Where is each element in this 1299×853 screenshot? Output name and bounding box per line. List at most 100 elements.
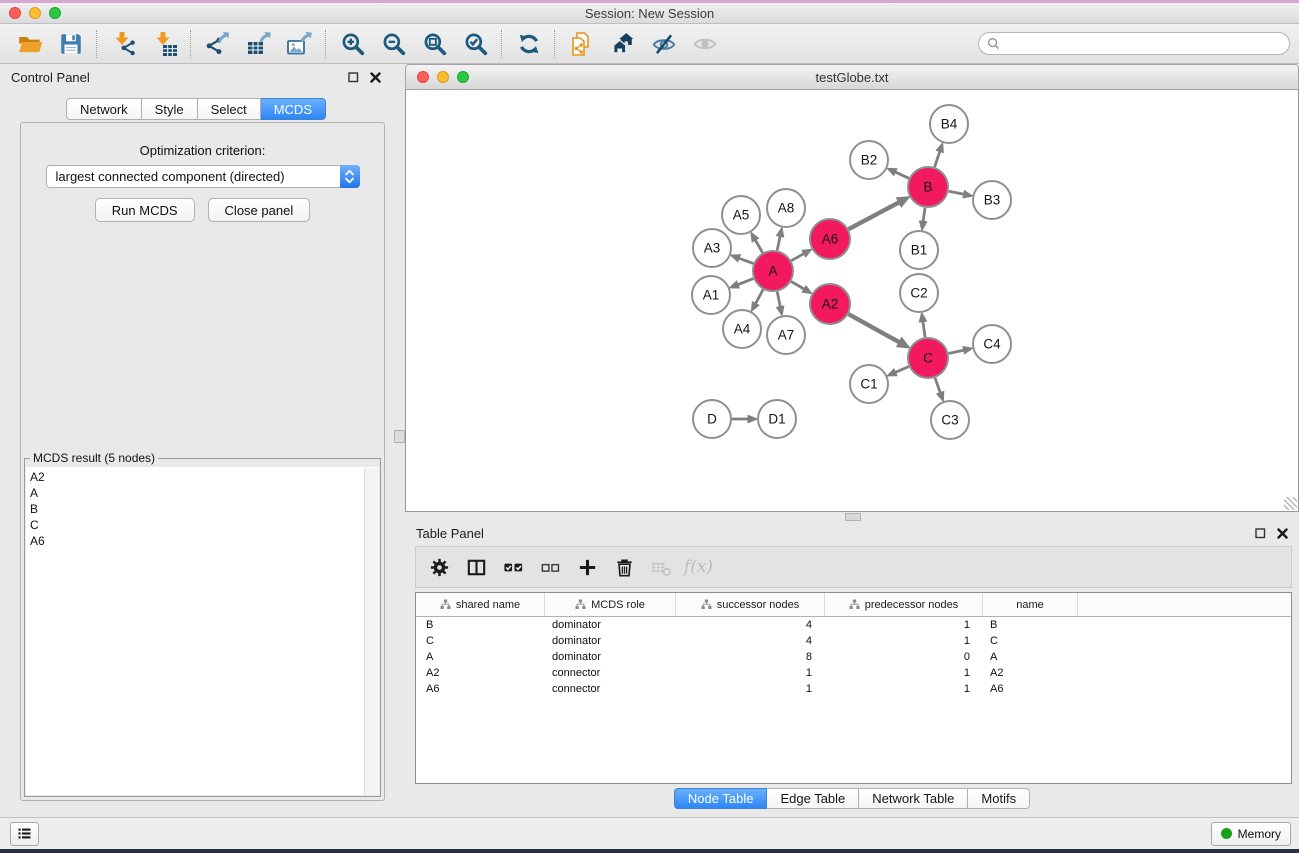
network-window-titlebar[interactable]: testGlobe.txt xyxy=(405,64,1299,90)
optimization-criterion-label: Optimization criterion: xyxy=(21,143,384,158)
network-window: testGlobe.txt xyxy=(405,64,1299,512)
search-input[interactable] xyxy=(1005,36,1281,52)
graph-edge-A-A5[interactable] xyxy=(755,239,763,253)
mcds-result-item[interactable]: A xyxy=(26,485,379,501)
table-row[interactable]: A2connector11A2 xyxy=(416,665,1291,681)
settings-icon xyxy=(428,556,451,579)
table-row[interactable]: Bdominator41B xyxy=(416,617,1291,633)
graph-edge-B-B3[interactable] xyxy=(949,191,965,194)
main-toolbar xyxy=(0,24,1299,64)
network-graph[interactable]: B4B2BB3A8A5A6A3B1AA1C2A2A4A7C4CC1DD1C3 xyxy=(406,90,1298,511)
mcds-result-item[interactable]: C xyxy=(26,517,379,533)
graph-edge-C-C1[interactable] xyxy=(895,367,909,373)
open-session-button[interactable] xyxy=(9,28,50,60)
zoom-fit-button[interactable] xyxy=(414,28,455,60)
splitter-grip[interactable] xyxy=(845,513,861,521)
table-cell: 4 xyxy=(676,635,825,647)
graph-edge-B-B2[interactable] xyxy=(895,172,909,179)
task-history-button[interactable] xyxy=(10,822,39,846)
splitter-grip[interactable] xyxy=(394,430,405,443)
memory-button[interactable]: Memory xyxy=(1211,822,1291,846)
mcds-result-item[interactable]: A2 xyxy=(26,469,379,485)
save-session-button[interactable] xyxy=(50,28,91,60)
settings-button[interactable] xyxy=(421,552,458,582)
run-mcds-button[interactable]: Run MCDS xyxy=(95,198,195,222)
mcds-result-item[interactable]: A6 xyxy=(26,533,379,549)
tab-node-table[interactable]: Node Table xyxy=(674,788,768,809)
graph-edge-A6-B[interactable] xyxy=(849,202,900,229)
new-network-button[interactable] xyxy=(561,28,602,60)
zoom-network-button[interactable] xyxy=(457,71,469,83)
resize-grip-icon[interactable] xyxy=(1284,497,1297,510)
column-header-name[interactable]: name xyxy=(983,593,1078,616)
zoom-in-button[interactable] xyxy=(332,28,373,60)
graph-edge-C-C2[interactable] xyxy=(923,321,925,338)
delete-column-button[interactable] xyxy=(606,552,643,582)
column-header-shared-name[interactable]: shared name xyxy=(416,593,545,616)
column-header-predecessor-nodes[interactable]: predecessor nodes xyxy=(825,593,983,616)
graph-edge-B-B1[interactable] xyxy=(923,208,925,223)
column-header-mcds-role[interactable]: MCDS role xyxy=(545,593,676,616)
tab-select[interactable]: Select xyxy=(198,98,261,120)
mcds-result-list: A2ABCA6 xyxy=(26,467,379,795)
graph-edge-C-C3[interactable] xyxy=(935,378,941,394)
graph-edge-A-A1[interactable] xyxy=(737,279,753,285)
table-row[interactable]: Cdominator41C xyxy=(416,633,1291,649)
graph-edge-A2-C[interactable] xyxy=(848,314,900,343)
minimize-network-button[interactable] xyxy=(437,71,449,83)
graph-edge-C-C4[interactable] xyxy=(949,350,965,354)
network-canvas[interactable]: B4B2BB3A8A5A6A3B1AA1C2A2A4A7C4CC1DD1C3 xyxy=(405,90,1299,512)
import-table-button[interactable] xyxy=(144,28,185,60)
result-scrollbar[interactable] xyxy=(364,468,379,795)
close-window-button[interactable] xyxy=(9,7,21,19)
minimize-window-button[interactable] xyxy=(29,7,41,19)
zoom-selected-button[interactable] xyxy=(455,28,496,60)
column-header-successor-nodes[interactable]: successor nodes xyxy=(676,593,825,616)
float-panel-icon[interactable] xyxy=(348,72,359,83)
hide-panels-button[interactable] xyxy=(643,28,684,60)
table-row[interactable]: Adominator80A xyxy=(416,649,1291,665)
zoom-window-button[interactable] xyxy=(49,7,61,19)
graph-node-label: A6 xyxy=(822,232,839,247)
refresh-button[interactable] xyxy=(508,28,549,60)
horizontal-splitter[interactable] xyxy=(405,512,1299,520)
close-panel-icon[interactable] xyxy=(1277,528,1288,539)
close-panel-icon[interactable] xyxy=(370,72,381,83)
graph-edge-A-A7[interactable] xyxy=(777,292,780,308)
tab-edge-table[interactable]: Edge Table xyxy=(767,788,859,809)
node-table: shared nameMCDS rolesuccessor nodesprede… xyxy=(415,592,1292,784)
tab-network-table[interactable]: Network Table xyxy=(859,788,968,809)
home-button[interactable] xyxy=(602,28,643,60)
tab-mcds[interactable]: MCDS xyxy=(261,98,326,120)
graph-edge-A-A6[interactable] xyxy=(791,253,804,261)
table-row[interactable]: A6connector11A6 xyxy=(416,681,1291,697)
tab-style[interactable]: Style xyxy=(142,98,198,120)
zoom-out-button[interactable] xyxy=(373,28,414,60)
tab-motifs[interactable]: Motifs xyxy=(968,788,1030,809)
export-network-button[interactable] xyxy=(197,28,238,60)
graph-edge-B-B4[interactable] xyxy=(935,151,941,168)
optimization-criterion-select[interactable]: largest connected component (directed) xyxy=(46,165,360,188)
export-image-button[interactable] xyxy=(279,28,320,60)
graph-edge-A-A8[interactable] xyxy=(777,235,780,250)
graph-edge-A-A4[interactable] xyxy=(755,290,763,305)
vertical-splitter[interactable] xyxy=(392,64,405,817)
export-image-icon xyxy=(287,31,313,57)
select-all-button[interactable] xyxy=(495,552,532,582)
search-field[interactable] xyxy=(978,32,1290,55)
close-panel-button[interactable]: Close panel xyxy=(208,198,311,222)
close-network-button[interactable] xyxy=(417,71,429,83)
tab-network[interactable]: Network xyxy=(66,98,142,120)
float-panel-icon[interactable] xyxy=(1255,528,1266,539)
graph-edge-A-A2[interactable] xyxy=(791,282,805,290)
hierarchy-icon xyxy=(849,599,860,610)
split-panel-button[interactable] xyxy=(458,552,495,582)
mcds-result-item[interactable]: B xyxy=(26,501,379,517)
create-column-button[interactable] xyxy=(569,552,606,582)
deselect-all-button[interactable] xyxy=(532,552,569,582)
toolbar-separator xyxy=(325,30,327,58)
export-table-button[interactable] xyxy=(238,28,279,60)
graph-edge-A-A3[interactable] xyxy=(738,258,753,264)
import-network-button[interactable] xyxy=(103,28,144,60)
memory-status-icon xyxy=(1221,828,1232,839)
